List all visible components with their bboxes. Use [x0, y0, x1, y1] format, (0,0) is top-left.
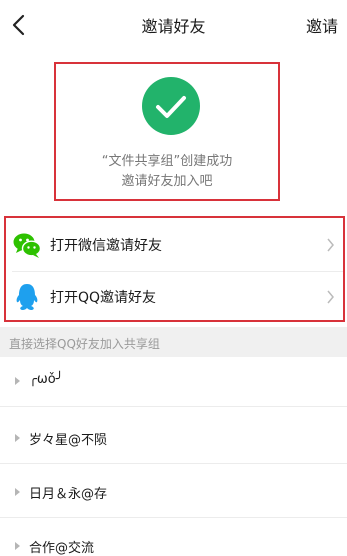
group-name: 合作@交流	[29, 541, 95, 556]
section-header-label: 直接选择QQ好友加入共享组	[9, 337, 160, 351]
qq-icon	[16, 284, 38, 310]
group-name: 岁々星@不陨	[29, 433, 108, 448]
expand-arrow-icon	[15, 434, 20, 442]
chevron-right-icon	[327, 290, 334, 304]
invite-qq-option[interactable]: 打开QQ邀请好友	[6, 272, 343, 322]
check-circle-icon	[142, 77, 200, 135]
group-name: 日月＆永@存	[29, 487, 108, 502]
invite-qq-label: 打开QQ邀请好友	[50, 290, 157, 306]
page-title: 邀请好友	[141, 17, 206, 36]
invite-button[interactable]: 邀请	[306, 13, 338, 37]
expand-arrow-icon	[15, 488, 20, 496]
wechat-icon	[13, 233, 42, 258]
group-row[interactable]: ╭ωǒ╯	[0, 357, 347, 407]
invite-wechat-label: 打开微信邀请好友	[50, 238, 162, 254]
invite-options-panel: 打开微信邀请好友 打开QQ邀请好友	[4, 216, 345, 322]
success-panel: “文件共享组”创建成功 邀请好友加入吧	[54, 62, 280, 201]
section-header: 直接选择QQ好友加入共享组	[0, 327, 347, 357]
group-row[interactable]: 日月＆永@存	[0, 468, 347, 518]
expand-arrow-icon	[15, 542, 20, 550]
invite-wechat-option[interactable]: 打开微信邀请好友	[6, 220, 343, 270]
success-message: “文件共享组”创建成功	[101, 154, 233, 169]
group-row[interactable]: 合作@交流	[0, 522, 347, 556]
group-row[interactable]: 岁々星@不陨	[0, 414, 347, 464]
expand-arrow-icon	[15, 377, 20, 385]
invite-prompt: 邀请好友加入吧	[121, 174, 213, 189]
header-bar: 邀请好友 邀请	[0, 0, 347, 50]
group-name: ╭ωǒ╯	[29, 372, 64, 387]
chevron-right-icon	[327, 238, 334, 252]
